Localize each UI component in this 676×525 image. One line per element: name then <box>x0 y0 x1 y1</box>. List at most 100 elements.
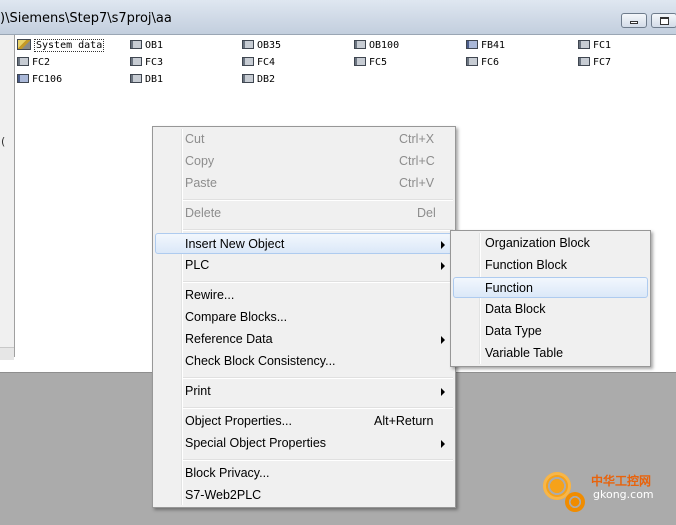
menu-item-label: Compare Blocks... <box>185 310 288 324</box>
block-item-ob1[interactable]: OB1 <box>130 38 163 53</box>
window-title: )\Siemens\Step7\s7proj\aa <box>0 11 172 26</box>
block-item-fc1[interactable]: FC1 <box>578 38 611 53</box>
block-icon <box>466 56 478 66</box>
submenu-item-function-block[interactable]: Function Block <box>453 255 648 276</box>
block-label: FC3 <box>145 57 164 68</box>
block-label: OB35 <box>257 40 282 51</box>
submenu-item-organization-block[interactable]: Organization Block <box>453 233 648 254</box>
menu-separator <box>183 199 453 201</box>
menu-item-label: Delete <box>185 206 222 220</box>
submenu-arrow-icon <box>441 241 445 249</box>
menu-item-compare-blocks[interactable]: Compare Blocks... <box>155 307 453 328</box>
watermark-chinese-text: 中华工控网 <box>591 474 652 488</box>
submenu-arrow-icon <box>441 440 445 448</box>
block-icon <box>130 39 142 49</box>
menu-item-label: Variable Table <box>485 346 564 360</box>
submenu-item-variable-table[interactable]: Variable Table <box>453 343 648 364</box>
block-icon <box>242 39 254 49</box>
menu-separator <box>183 281 453 283</box>
menu-item-delete[interactable]: Delete Del <box>155 203 453 224</box>
block-item-fc106[interactable]: FC106 <box>17 72 62 87</box>
block-icon <box>578 56 590 66</box>
watermark-url: gkong.com <box>593 488 654 501</box>
block-item-fb41[interactable]: FB41 <box>466 38 505 53</box>
block-item-fc3[interactable]: FC3 <box>130 55 163 70</box>
menu-item-label: Cut <box>185 132 205 146</box>
menu-item-insert-new-object[interactable]: Insert New Object <box>155 233 453 254</box>
menu-item-shortcut: Ctrl+V <box>399 176 435 190</box>
submenu-item-data-block[interactable]: Data Block <box>453 299 648 320</box>
block-item-db1[interactable]: DB1 <box>130 72 163 87</box>
submenu-arrow-icon <box>441 262 445 270</box>
function-block-icon <box>466 39 478 49</box>
gear-icon <box>565 492 585 512</box>
block-label: FC6 <box>481 57 500 68</box>
system-data-icon <box>17 38 31 50</box>
menu-item-check-block-consistency[interactable]: Check Block Consistency... <box>155 351 453 372</box>
block-item-fc5[interactable]: FC5 <box>354 55 387 70</box>
block-item-fc6[interactable]: FC6 <box>466 55 499 70</box>
menu-item-special-object-properties[interactable]: Special Object Properties <box>155 433 453 454</box>
block-label: OB100 <box>369 40 400 51</box>
menu-item-s7-web2plc[interactable]: S7-Web2PLC <box>155 485 453 506</box>
function-block-icon <box>17 73 29 83</box>
menu-item-print[interactable]: Print <box>155 381 453 402</box>
block-item-fc4[interactable]: FC4 <box>242 55 275 70</box>
block-label: FC2 <box>32 57 51 68</box>
minimize-button[interactable] <box>621 13 647 28</box>
block-item-db2[interactable]: DB2 <box>242 72 275 87</box>
horizontal-scrollbar[interactable] <box>0 347 14 360</box>
menu-item-cut[interactable]: Cut Ctrl+X <box>155 129 453 150</box>
menu-item-label: Reference Data <box>185 332 273 346</box>
menu-separator <box>183 229 453 231</box>
block-label: FC7 <box>593 57 612 68</box>
tree-pane-edge[interactable]: ( <box>0 35 15 357</box>
block-item-fc2[interactable]: FC2 <box>17 55 50 70</box>
block-item-system-data[interactable]: System data <box>17 38 105 53</box>
menu-item-label: Rewire... <box>185 288 235 302</box>
menu-item-paste[interactable]: Paste Ctrl+V <box>155 173 453 194</box>
block-label: OB1 <box>145 40 164 51</box>
block-item-ob100[interactable]: OB100 <box>354 38 399 53</box>
menu-item-label: Block Privacy... <box>185 466 270 480</box>
block-label: FC5 <box>369 57 388 68</box>
block-icon <box>354 39 366 49</box>
block-item-fc7[interactable]: FC7 <box>578 55 611 70</box>
menu-item-rewire[interactable]: Rewire... <box>155 285 453 306</box>
menu-item-label: PLC <box>185 258 210 272</box>
window-titlebar[interactable]: )\Siemens\Step7\s7proj\aa <box>0 0 676 35</box>
block-item-ob35[interactable]: OB35 <box>242 38 281 53</box>
block-label: DB1 <box>145 74 164 85</box>
menu-item-label: Special Object Properties <box>185 436 327 450</box>
menu-item-label: Copy <box>185 154 215 168</box>
menu-item-plc[interactable]: PLC <box>155 255 453 276</box>
submenu-item-function[interactable]: Function <box>453 277 648 298</box>
block-icon <box>130 56 142 66</box>
tree-pane-text: ( <box>1 135 6 148</box>
maximize-icon <box>652 14 676 27</box>
block-icon <box>354 56 366 66</box>
block-icon <box>17 56 29 66</box>
minimize-icon <box>622 14 646 27</box>
menu-item-shortcut: Del <box>417 206 436 220</box>
menu-item-label: Object Properties... <box>185 414 292 428</box>
block-label: FC4 <box>257 57 276 68</box>
maximize-button[interactable] <box>651 13 676 28</box>
context-menu: Cut Ctrl+X Copy Ctrl+C Paste Ctrl+V Dele… <box>152 126 456 508</box>
menu-item-label: Organization Block <box>485 236 590 250</box>
menu-separator <box>183 377 453 379</box>
menu-item-shortcut: Alt+Return <box>374 414 434 428</box>
menu-item-copy[interactable]: Copy Ctrl+C <box>155 151 453 172</box>
menu-item-label: S7-Web2PLC <box>185 488 262 502</box>
block-label: FC1 <box>593 40 612 51</box>
block-label: FB41 <box>481 40 506 51</box>
submenu-item-data-type[interactable]: Data Type <box>453 321 648 342</box>
block-icon <box>130 73 142 83</box>
menu-item-label: Check Block Consistency... <box>185 354 336 368</box>
block-label: System data <box>34 39 105 52</box>
menu-item-block-privacy[interactable]: Block Privacy... <box>155 463 453 484</box>
menu-item-label: Insert New Object <box>185 237 285 251</box>
submenu-arrow-icon <box>441 388 445 396</box>
menu-item-reference-data[interactable]: Reference Data <box>155 329 453 350</box>
menu-item-object-properties[interactable]: Object Properties... Alt+Return <box>155 411 453 432</box>
